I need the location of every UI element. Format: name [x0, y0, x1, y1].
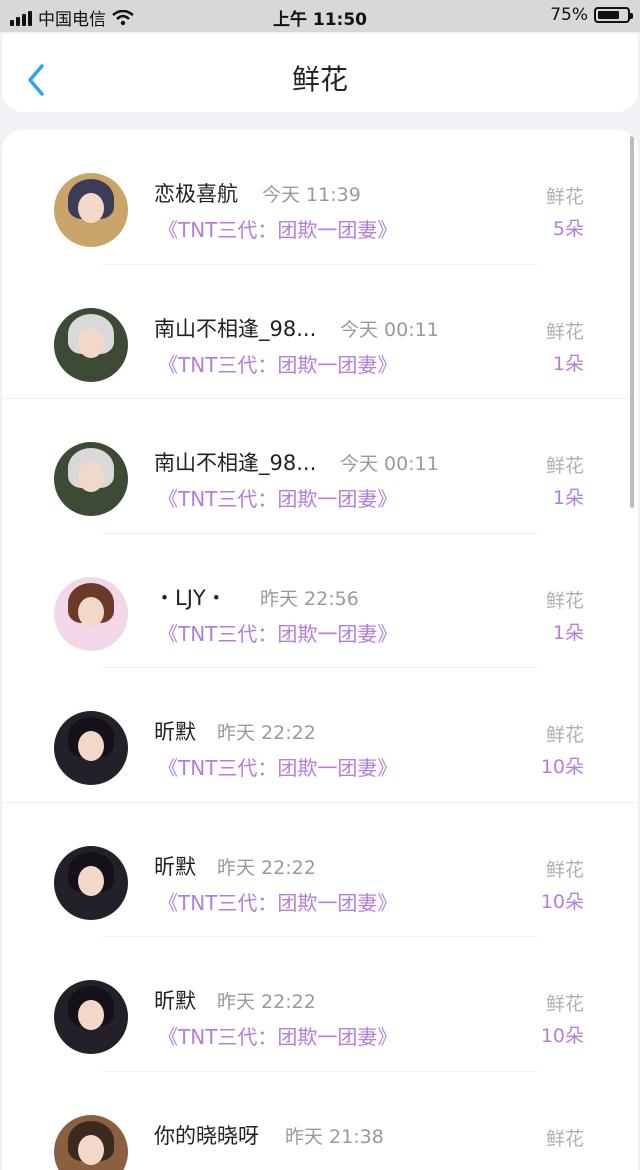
- avatar-face: [78, 597, 104, 627]
- avatar-face: [78, 462, 104, 492]
- gift-time: 昨天 22:56: [260, 584, 359, 611]
- gift-time: 今天 00:11: [340, 449, 439, 476]
- avatar[interactable]: [54, 442, 128, 516]
- gift-type-label: 鲜花: [546, 855, 584, 882]
- user-name[interactable]: 昕默: [154, 716, 196, 746]
- avatar-face: [78, 328, 104, 358]
- battery-icon: [594, 7, 630, 23]
- user-name[interactable]: 昕默: [154, 985, 196, 1015]
- list-item[interactable]: 昕默昨天 22:22 《TNT三代：团欺一团妻》 鲜花 10朵: [2, 668, 638, 803]
- gift-count: 10朵: [541, 752, 584, 779]
- gift-list[interactable]: 恋极喜航今天 11:39《TNT三代：团欺一团妻》鲜花5朵南山不相逢_98...…: [2, 130, 638, 1170]
- avatar[interactable]: [54, 1115, 128, 1170]
- book-title-link[interactable]: 《TNT三代：团欺一团妻》: [158, 483, 397, 512]
- book-title-link[interactable]: 《TNT三代：团欺一团妻》: [158, 1021, 397, 1050]
- avatar[interactable]: [54, 577, 128, 651]
- user-name[interactable]: 南山不相逢_98...: [154, 313, 316, 343]
- gift-count: 1朵: [553, 618, 584, 645]
- status-bar: 中国电信 上午 11:50 75%: [0, 0, 640, 32]
- book-title-link[interactable]: 《TNT三代：团欺一团妻》: [158, 887, 397, 916]
- user-name[interactable]: 南山不相逢_98...: [154, 447, 316, 477]
- gift-type-label: 鲜花: [546, 989, 584, 1016]
- gift-type-label: 鲜花: [546, 586, 584, 613]
- list-item[interactable]: 昕默昨天 22:22 《TNT三代：团欺一团妻》 鲜花 10朵: [2, 803, 638, 938]
- avatar-face: [78, 866, 104, 896]
- gift-time: 昨天 22:22: [217, 853, 316, 880]
- list-item[interactable]: 昕默昨天 22:22 《TNT三代：团欺一团妻》 鲜花 10朵: [2, 937, 638, 1072]
- avatar[interactable]: [54, 846, 128, 920]
- gift-count: 1朵: [553, 349, 584, 376]
- list-item[interactable]: 你的晓晓呀昨天 21:38 鲜花: [2, 1072, 638, 1170]
- page-title: 鲜花: [2, 58, 638, 98]
- user-name[interactable]: ・LJY・: [154, 582, 227, 612]
- gift-time: 昨天 22:22: [217, 718, 316, 745]
- user-name[interactable]: 你的晓晓呀: [154, 1120, 259, 1150]
- book-title-link[interactable]: 《TNT三代：团欺一团妻》: [158, 349, 397, 378]
- avatar-face: [78, 731, 104, 761]
- gift-type-label: 鲜花: [546, 317, 584, 344]
- gift-type-label: 鲜花: [546, 451, 584, 478]
- nav-bar: 鲜花: [2, 34, 638, 112]
- scrollbar[interactable]: [630, 136, 634, 508]
- book-title-link[interactable]: 《TNT三代：团欺一团妻》: [158, 752, 397, 781]
- user-name[interactable]: 昕默: [154, 851, 196, 881]
- avatar[interactable]: [54, 980, 128, 1054]
- avatar-face: [78, 1000, 104, 1030]
- avatar[interactable]: [54, 173, 128, 247]
- list-item[interactable]: 南山不相逢_98... 今天 00:11 《TNT三代：团欺一团妻》 鲜花 1朵: [2, 265, 638, 400]
- gift-type-label: 鲜花: [546, 1124, 584, 1151]
- avatar-face: [78, 193, 104, 223]
- gift-count: 10朵: [541, 1021, 584, 1048]
- book-title-link[interactable]: 《TNT三代：团欺一团妻》: [158, 618, 397, 647]
- avatar[interactable]: [54, 308, 128, 382]
- list-item[interactable]: ・LJY・ 昨天 22:56 《TNT三代：团欺一团妻》 鲜花 1朵: [2, 534, 638, 669]
- gift-time: 今天 00:11: [340, 315, 439, 342]
- avatar[interactable]: [54, 711, 128, 785]
- gift-type-label: 鲜花: [546, 182, 584, 209]
- gift-count: 10朵: [541, 887, 584, 914]
- status-time: 上午 11:50: [0, 5, 640, 30]
- user-name[interactable]: 恋极喜航: [154, 178, 238, 208]
- book-title-link[interactable]: 《TNT三代：团欺一团妻》: [158, 214, 397, 243]
- gift-count: 1朵: [553, 483, 584, 510]
- gift-time: 昨天 21:38: [285, 1122, 384, 1149]
- gift-count: 5朵: [553, 214, 584, 241]
- list-item[interactable]: 恋极喜航今天 11:39 《TNT三代：团欺一团妻》 鲜花 5朵: [2, 130, 638, 265]
- list-item[interactable]: 南山不相逢_98... 今天 00:11 《TNT三代：团欺一团妻》 鲜花 1朵: [2, 399, 638, 534]
- gift-time: 昨天 22:22: [217, 987, 316, 1014]
- gift-type-label: 鲜花: [546, 720, 584, 747]
- status-right: 75%: [550, 5, 630, 25]
- battery-percent: 75%: [550, 5, 588, 25]
- gift-time: 今天 11:39: [262, 180, 361, 207]
- avatar-face: [78, 1135, 104, 1165]
